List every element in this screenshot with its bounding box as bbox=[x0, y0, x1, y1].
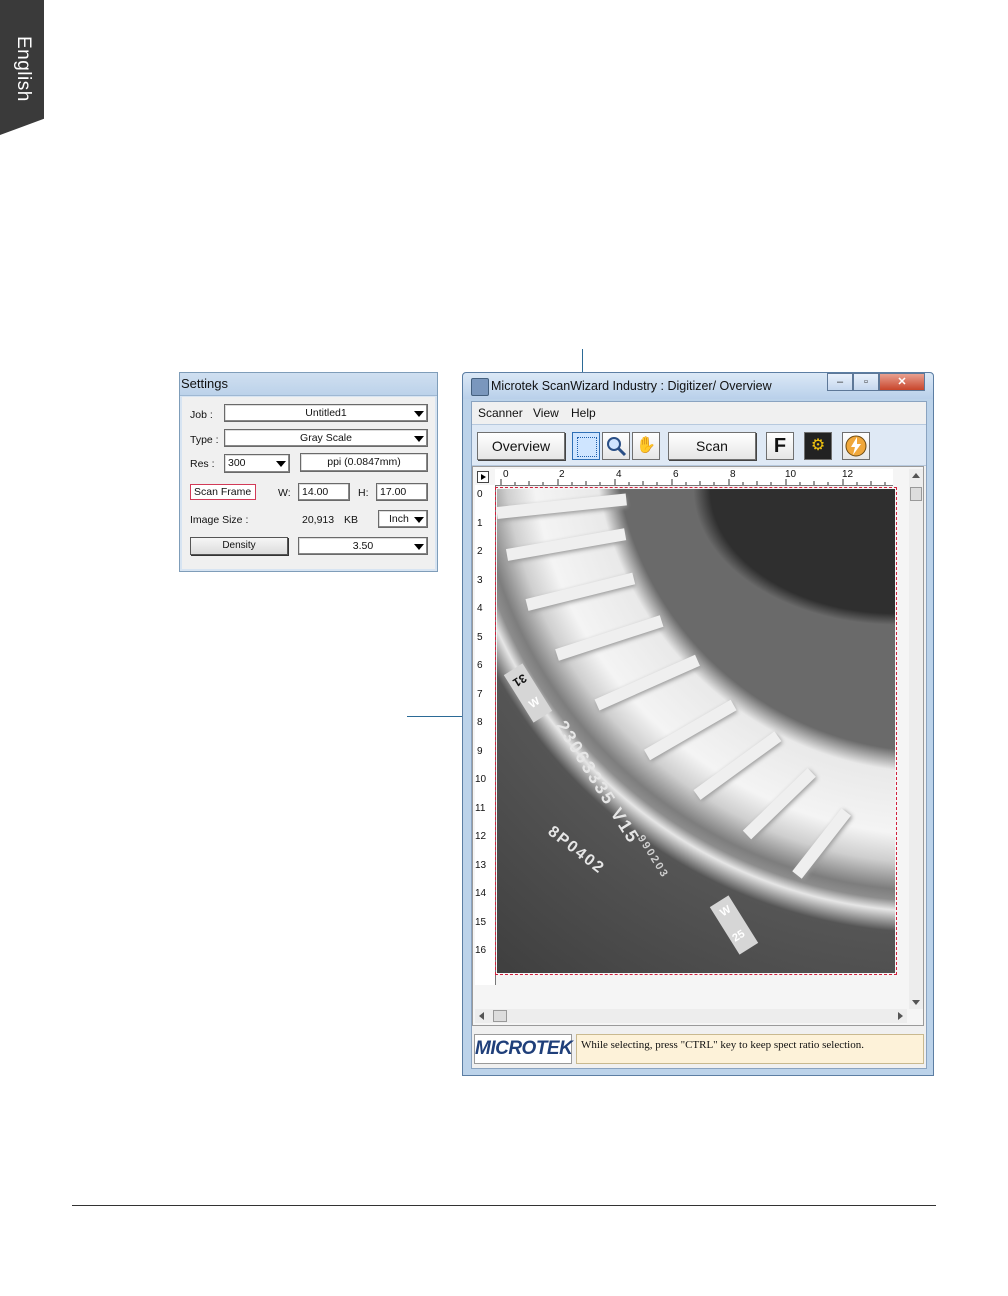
job-label: Job : bbox=[190, 409, 213, 421]
window-title: Microtek ScanWizard Industry : Digitizer… bbox=[491, 379, 772, 393]
res-value: 300 bbox=[228, 457, 246, 469]
type-value: Gray Scale bbox=[300, 432, 352, 444]
status-bar: MICROTEK While selecting, press "CTRL" k… bbox=[472, 1032, 924, 1066]
horizontal-scrollbar[interactable] bbox=[475, 1009, 907, 1023]
ruler-left-label: 13 bbox=[475, 860, 487, 871]
ruler-top-label: 10 bbox=[785, 469, 797, 480]
ruler-left-label: 4 bbox=[477, 603, 483, 614]
vertical-scrollbar[interactable] bbox=[909, 469, 923, 1009]
res-dropdown[interactable]: 300 bbox=[224, 454, 290, 473]
minimize-button[interactable]: – bbox=[827, 373, 853, 391]
width-input[interactable]: 14.00 bbox=[298, 483, 350, 501]
ruler-top-label: 8 bbox=[730, 469, 736, 480]
maximize-button[interactable]: ▫ bbox=[853, 373, 879, 391]
scroll-down-icon[interactable] bbox=[912, 1000, 920, 1005]
chevron-down-icon bbox=[414, 436, 424, 442]
density-value: 3.50 bbox=[352, 540, 374, 552]
scroll-right-icon[interactable] bbox=[898, 1012, 903, 1020]
ruler-left-label: 8 bbox=[477, 717, 483, 728]
ruler-left-label: 12 bbox=[475, 831, 487, 842]
scan-button[interactable]: Scan bbox=[668, 432, 756, 460]
ruler-left-label: 1 bbox=[477, 518, 483, 529]
scroll-left-icon[interactable] bbox=[479, 1012, 484, 1020]
ruler-left: 0 1 2 3 4 5 6 7 8 9 10 11 12 13 14 15 16 bbox=[475, 485, 496, 985]
zoom-icon[interactable] bbox=[602, 432, 630, 460]
ruler-left-label: 3 bbox=[477, 575, 483, 586]
scroll-up-icon[interactable] bbox=[912, 473, 920, 478]
chevron-down-icon bbox=[414, 517, 424, 523]
f-button[interactable]: F bbox=[766, 432, 794, 460]
vertical-scroll-thumb[interactable] bbox=[910, 487, 922, 501]
close-button[interactable]: ✕ bbox=[879, 373, 925, 391]
job-dropdown[interactable]: Untitled1 bbox=[224, 404, 428, 422]
settings-gear-icon[interactable]: ⚙ bbox=[804, 432, 832, 460]
ruler-top-label: 2 bbox=[559, 469, 565, 480]
select-frame-icon[interactable] bbox=[572, 432, 600, 460]
horizontal-scroll-thumb[interactable] bbox=[493, 1010, 507, 1022]
ruler-left-label: 7 bbox=[477, 689, 483, 700]
chevron-down-icon bbox=[414, 544, 424, 550]
window-client: Scanner View Help Overview ✋ Scan F ⚙ 0 … bbox=[471, 401, 927, 1069]
density-button[interactable]: Density bbox=[190, 537, 288, 555]
toolbar: Overview ✋ Scan F ⚙ bbox=[472, 424, 926, 466]
menu-bar: Scanner View Help bbox=[472, 402, 926, 422]
ruler-top-label: 0 bbox=[503, 469, 509, 480]
menu-scanner[interactable]: Scanner bbox=[478, 406, 523, 420]
image-size-value: 20,913 bbox=[302, 514, 335, 526]
ruler-left-label: 9 bbox=[477, 746, 483, 757]
ruler-left-label: 15 bbox=[475, 917, 487, 928]
ruler-top-label: 4 bbox=[616, 469, 622, 480]
ruler-left-label: 14 bbox=[475, 888, 487, 899]
scan-frame-button[interactable]: Scan Frame bbox=[190, 484, 256, 500]
ruler-left-label: 6 bbox=[477, 660, 483, 671]
width-label: W: bbox=[278, 487, 291, 499]
ruler-top-label: 6 bbox=[673, 469, 679, 480]
ruler-top-label: 12 bbox=[842, 469, 854, 480]
status-message: While selecting, press "CTRL" key to kee… bbox=[576, 1034, 924, 1064]
image-size-label: Image Size : bbox=[190, 514, 249, 526]
express-lightning-icon[interactable] bbox=[842, 432, 870, 460]
settings-body: Job : Untitled1 Type : Gray Scale Res : … bbox=[182, 397, 435, 569]
image-size-unit: KB bbox=[344, 514, 359, 526]
ruler-left-label: 0 bbox=[477, 489, 483, 500]
menu-help[interactable]: Help bbox=[571, 406, 596, 420]
hand-icon[interactable]: ✋ bbox=[632, 432, 660, 460]
app-icon bbox=[471, 378, 489, 396]
footer-divider bbox=[72, 1205, 936, 1206]
menu-view[interactable]: View bbox=[533, 406, 559, 420]
settings-panel: Settings Job : Untitled1 Type : Gray Sca… bbox=[179, 372, 438, 572]
unit-dropdown[interactable]: Inch bbox=[378, 510, 428, 528]
overview-button[interactable]: Overview bbox=[477, 432, 565, 460]
microtek-logo: MICROTEK bbox=[474, 1034, 573, 1064]
type-label: Type : bbox=[190, 434, 219, 446]
height-label: H: bbox=[358, 487, 369, 499]
settings-title: Settings bbox=[180, 373, 437, 396]
density-dropdown[interactable]: 3.50 bbox=[298, 537, 428, 555]
scan-selection-frame[interactable] bbox=[495, 487, 897, 975]
scanwizard-window: Microtek ScanWizard Industry : Digitizer… bbox=[462, 372, 934, 1076]
ruler-left-label: 2 bbox=[477, 546, 483, 557]
language-tab: English bbox=[0, 0, 44, 135]
language-label: English bbox=[13, 36, 34, 102]
ruler-left-label: 5 bbox=[477, 632, 483, 643]
height-input[interactable]: 17.00 bbox=[376, 483, 428, 501]
job-value: Untitled1 bbox=[305, 407, 347, 419]
unit-value: Inch bbox=[389, 513, 409, 525]
res-label: Res : bbox=[190, 458, 215, 470]
ruler-corner-button[interactable] bbox=[477, 471, 489, 483]
res-unit-field[interactable]: ppi (0.0847mm) bbox=[300, 453, 428, 472]
ruler-left-label: 11 bbox=[475, 803, 486, 814]
preview-area: 0 2 4 6 8 10 12 0 1 2 3 4 5 6 7 8 9 10 1… bbox=[472, 466, 924, 1026]
ruler-left-label: 16 bbox=[475, 945, 487, 956]
chevron-down-icon bbox=[414, 411, 424, 417]
ruler-top: 0 2 4 6 8 10 12 bbox=[495, 469, 893, 486]
chevron-down-icon bbox=[276, 461, 286, 467]
window-titlebar: Microtek ScanWizard Industry : Digitizer… bbox=[463, 373, 933, 399]
type-dropdown[interactable]: Gray Scale bbox=[224, 429, 428, 447]
ruler-left-label: 10 bbox=[475, 774, 487, 785]
